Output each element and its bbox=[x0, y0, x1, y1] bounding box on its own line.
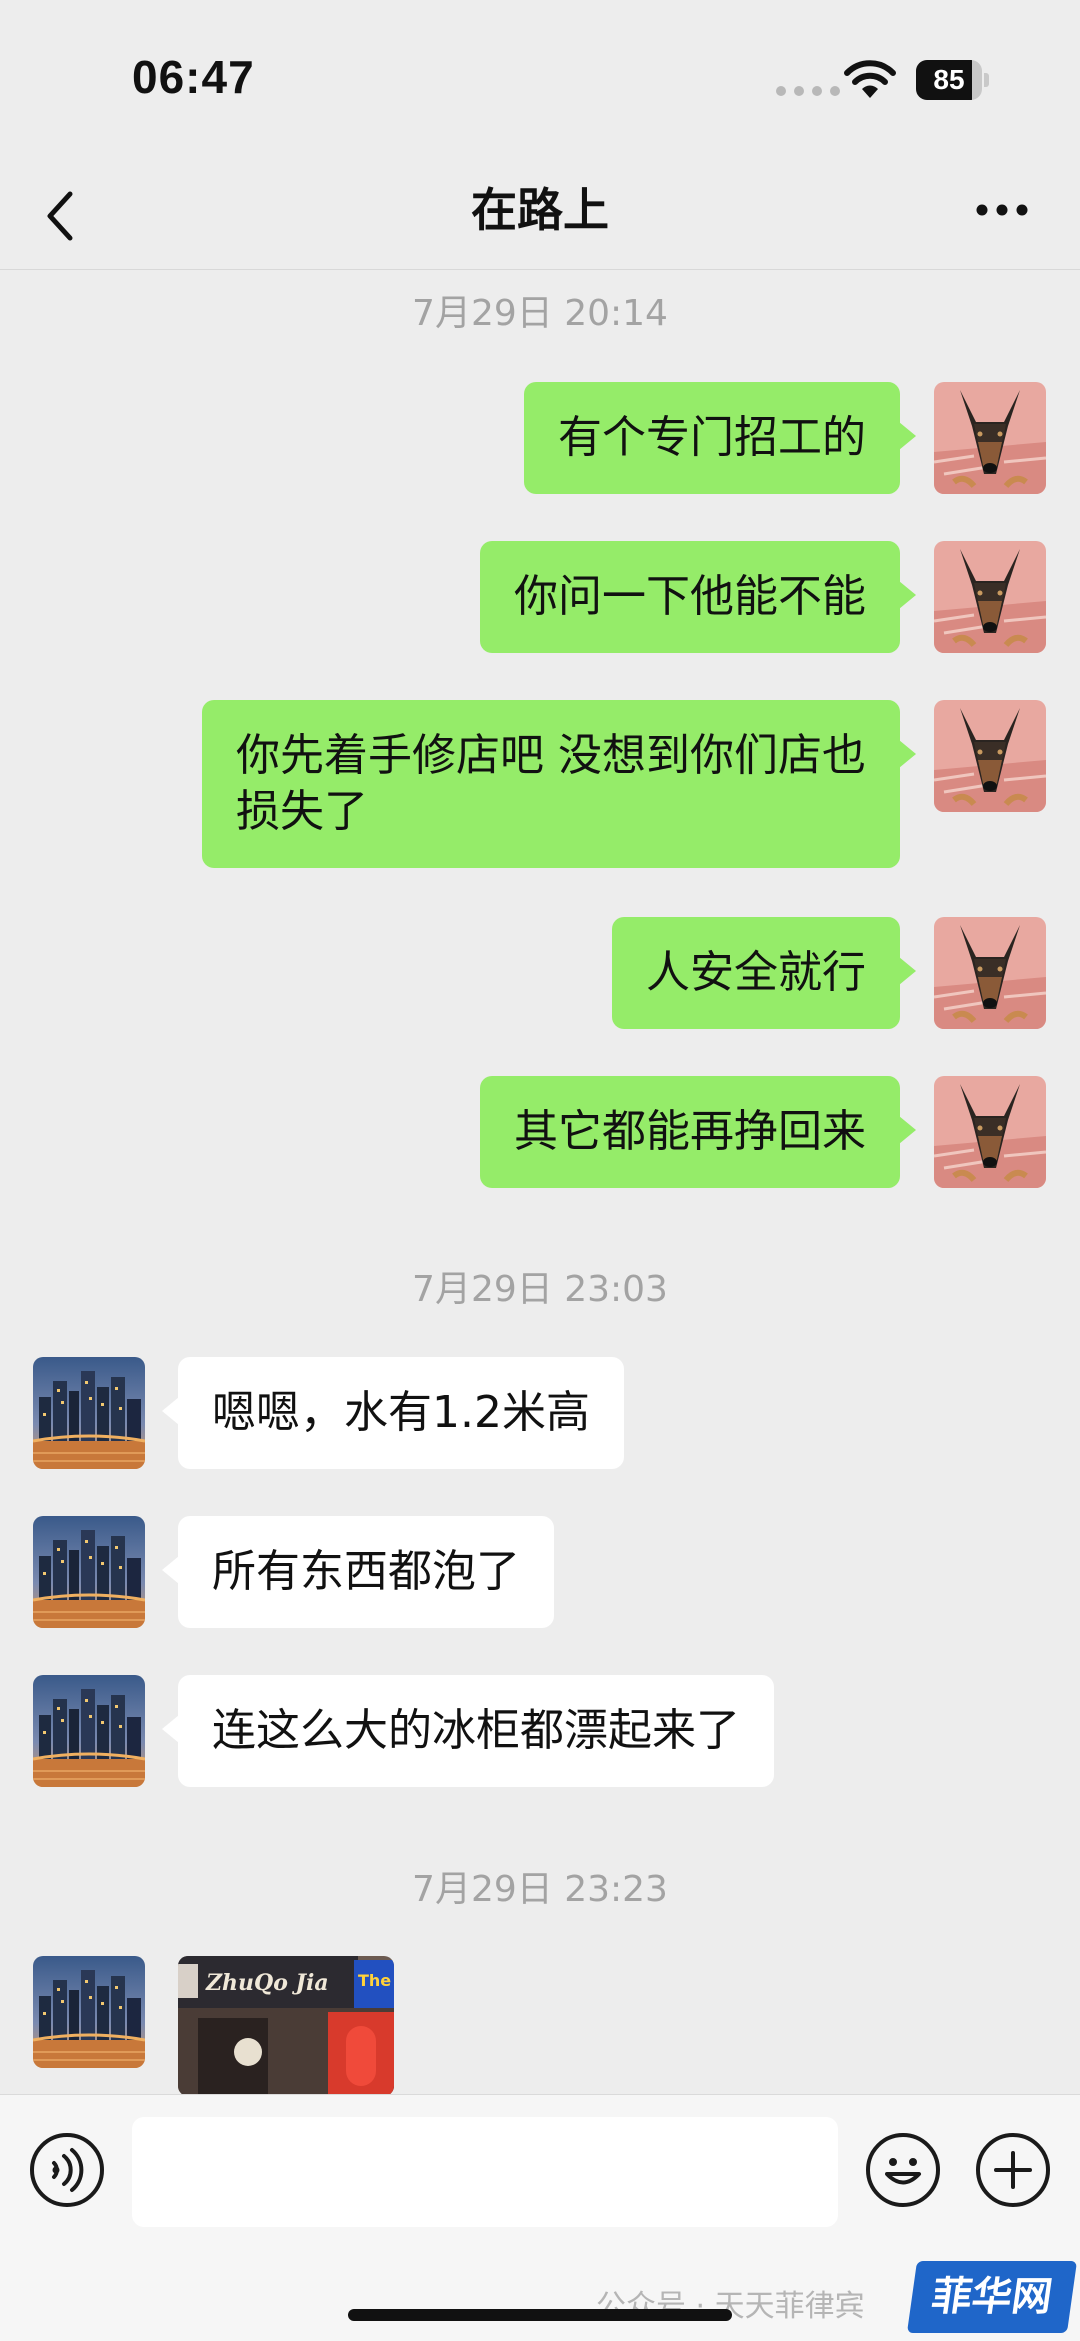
chat-title: 在路上 bbox=[471, 183, 609, 237]
status-bar: 06:47 85 bbox=[0, 0, 1080, 160]
message-input[interactable] bbox=[132, 2117, 838, 2227]
contact-avatar[interactable] bbox=[33, 1516, 145, 1628]
own-avatar[interactable] bbox=[934, 541, 1046, 653]
own-avatar[interactable] bbox=[934, 917, 1046, 1029]
home-indicator[interactable] bbox=[348, 2309, 732, 2321]
battery-level-text: 85 bbox=[933, 64, 965, 95]
contact-avatar[interactable] bbox=[33, 1675, 145, 1787]
message-bubble[interactable]: 你问一下他能不能 bbox=[480, 541, 916, 653]
message-bubble[interactable]: 连这么大的冰柜都漂起来了 bbox=[162, 1675, 774, 1787]
side-sign-text: The bbox=[358, 1971, 391, 1990]
contact-avatar[interactable] bbox=[33, 1956, 145, 2068]
site-logo: 菲华网 bbox=[906, 2261, 1078, 2333]
input-bar: 公众号 · 天天菲律宾 菲华网 bbox=[0, 2094, 1080, 2341]
status-time: 06:47 bbox=[132, 51, 255, 103]
plus-icon[interactable] bbox=[976, 2133, 1050, 2207]
own-avatar[interactable] bbox=[934, 1076, 1046, 1188]
wifi-icon bbox=[844, 60, 896, 98]
message-bubble[interactable]: 人安全就行 bbox=[612, 917, 916, 1029]
timestamp: 7月29日 23:23 bbox=[412, 1869, 668, 1910]
shop-photo-message[interactable]: ZhuQo Jia The bbox=[178, 1956, 394, 2094]
more-options-icon[interactable] bbox=[974, 200, 1030, 220]
timestamp: 7月29日 23:03 bbox=[412, 1269, 668, 1310]
timestamp: 7月29日 20:14 bbox=[412, 293, 668, 334]
message-bubble[interactable]: 其它都能再挣回来 bbox=[480, 1076, 916, 1188]
message-bubble[interactable]: 你先着手修店吧 没想到你们店也 损失了 bbox=[202, 700, 916, 868]
message-bubble[interactable]: 有个专门招工的 bbox=[524, 382, 916, 494]
battery-indicator: 85 bbox=[916, 60, 989, 100]
emoji-icon[interactable] bbox=[866, 2133, 940, 2207]
message-bubble[interactable]: 所有东西都泡了 bbox=[162, 1516, 554, 1628]
contact-avatar[interactable] bbox=[33, 1357, 145, 1469]
cellular-signal-icon bbox=[776, 86, 840, 96]
chat-header: 在路上 bbox=[0, 160, 1080, 270]
chat-message-list[interactable]: 7月29日 20:14 有个专门招工的 你问一下他能不能 你先着手修店吧 没想到… bbox=[0, 270, 1080, 2094]
own-avatar[interactable] bbox=[934, 382, 1046, 494]
message-bubble[interactable]: 嗯嗯，水有1.2米高 bbox=[162, 1357, 624, 1469]
own-avatar[interactable] bbox=[934, 700, 1046, 812]
shop-sign-text: ZhuQo Jia bbox=[205, 1970, 329, 1996]
voice-input-icon[interactable] bbox=[30, 2133, 104, 2207]
